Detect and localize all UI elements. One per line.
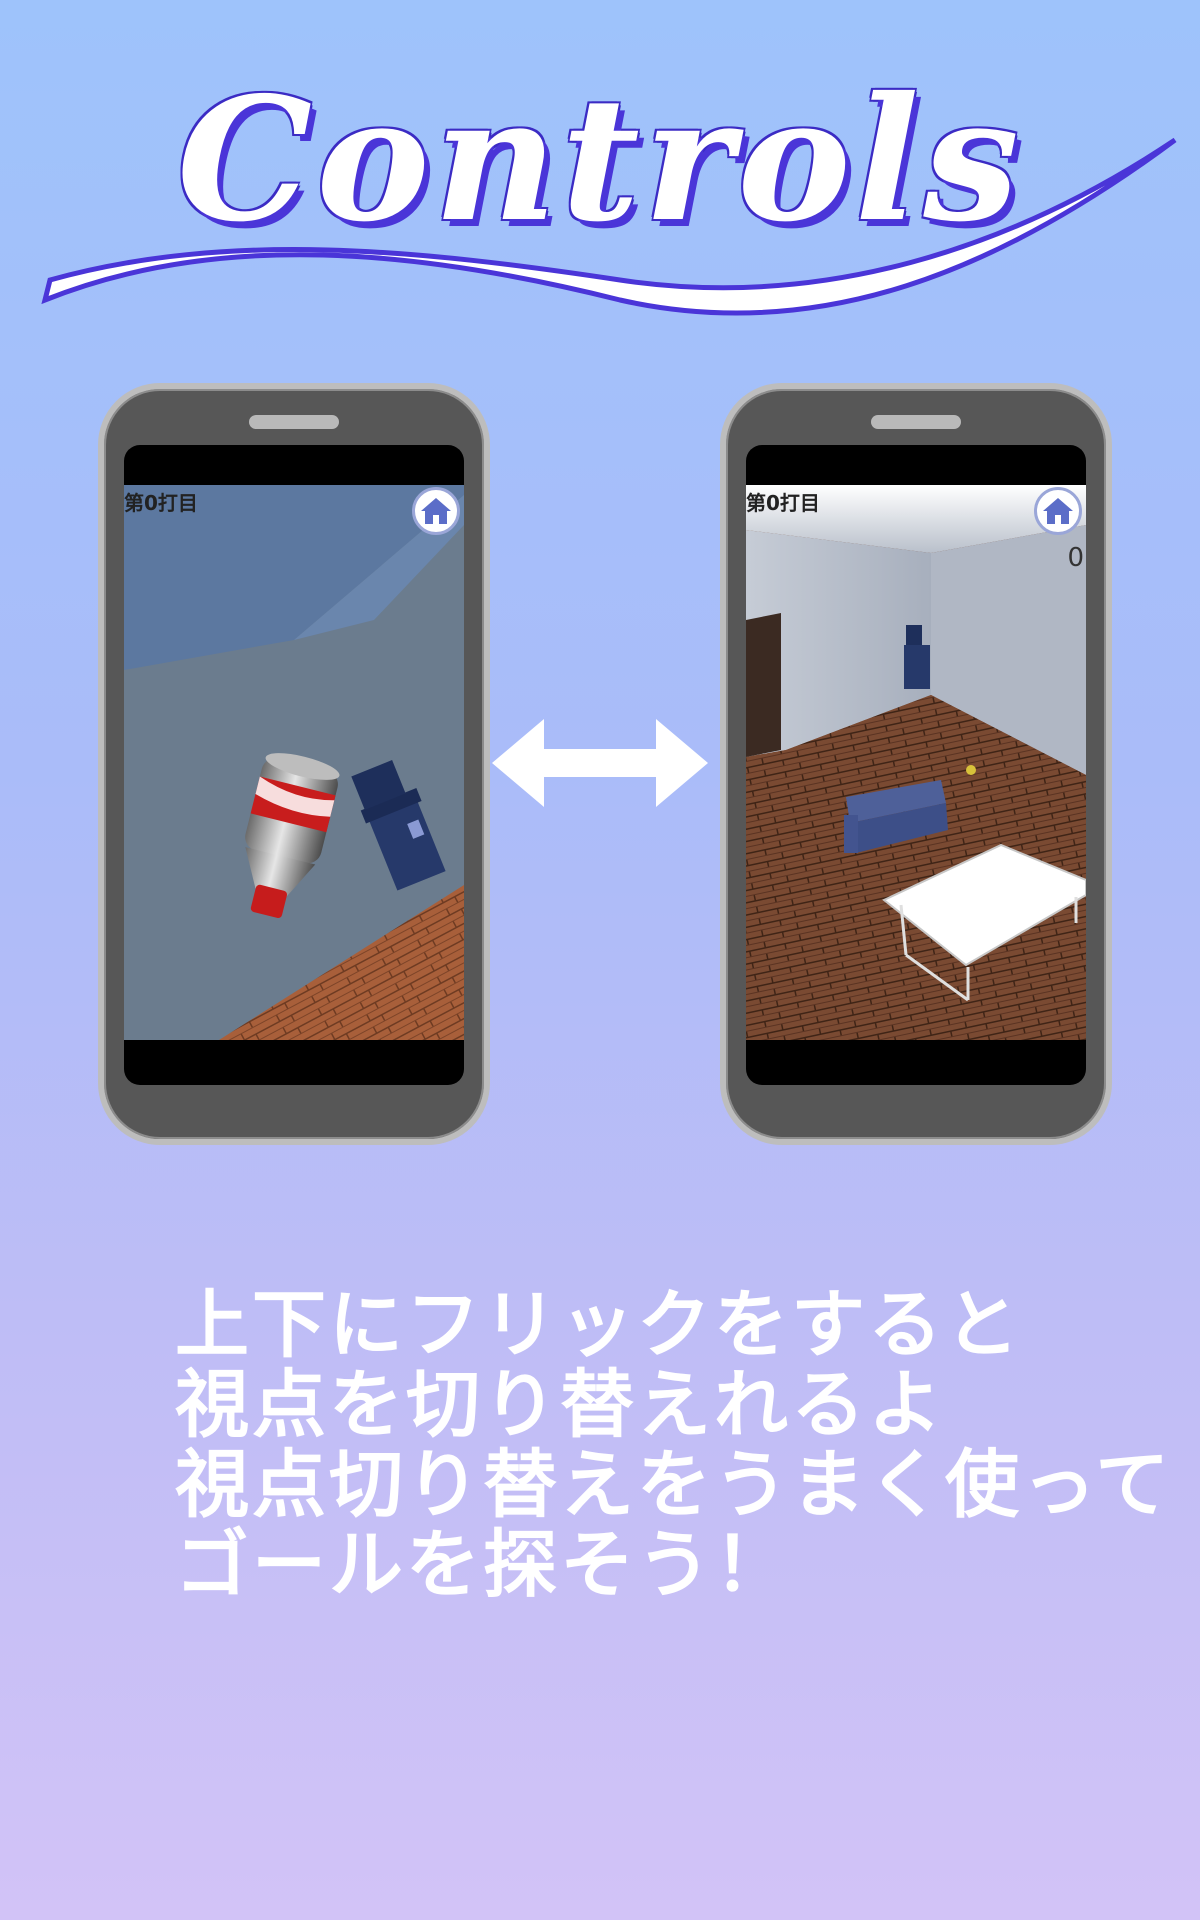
home-button[interactable] xyxy=(412,487,460,535)
phone-closeup: 第0打目 xyxy=(98,383,490,1145)
closeup-scene xyxy=(124,485,464,1040)
phone-screen: 第0打目 0 xyxy=(746,445,1086,1085)
phone-speaker xyxy=(249,415,339,429)
stroke-count-label: 第0打目 xyxy=(746,491,820,515)
double-arrow-icon xyxy=(492,719,708,807)
page-title: Controls xyxy=(176,60,1024,260)
title-banner: Controls xyxy=(0,0,1200,340)
caption-line: 上下にフリックをすると xyxy=(175,1282,1022,1368)
overview-scene xyxy=(746,485,1086,1040)
stroke-count-label: 第0打目 xyxy=(124,491,198,515)
home-icon xyxy=(1043,498,1073,524)
score-counter: 0 xyxy=(1067,543,1084,573)
home-button[interactable] xyxy=(1034,487,1082,535)
game-view-closeup[interactable]: 第0打目 xyxy=(124,485,464,1040)
home-icon xyxy=(421,498,451,524)
caption-line: ゴールを探そう！ xyxy=(175,1522,791,1608)
caption-line: 視点切り替えをうまく使って xyxy=(175,1442,1173,1528)
caption-line: 視点を切り替えれるよ xyxy=(175,1362,945,1448)
phone-overview: 第0打目 0 xyxy=(720,383,1112,1145)
phone-speaker xyxy=(871,415,961,429)
instruction-caption: 上下にフリックをすると 視点を切り替えれるよ 視点切り替えをうまく使って ゴール… xyxy=(175,1282,1173,1608)
game-view-overview[interactable]: 第0打目 0 xyxy=(746,485,1086,1040)
phone-screen: 第0打目 xyxy=(124,445,464,1085)
